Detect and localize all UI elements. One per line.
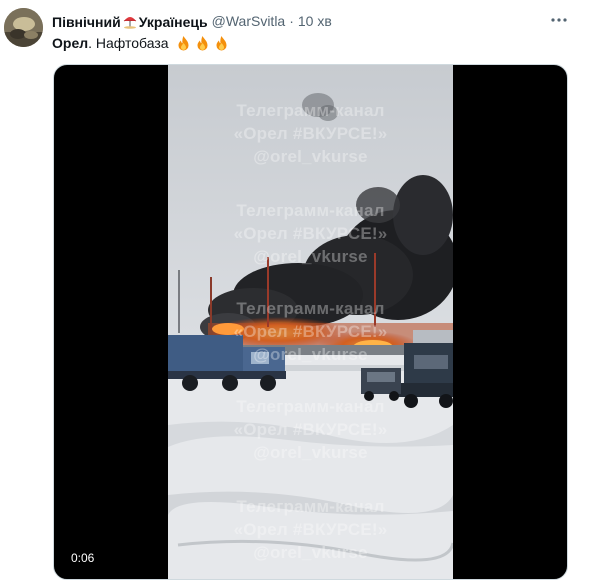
- watermark-line3: @orel_vkurse: [253, 443, 368, 462]
- watermark-line2: «Орел #ВКУРСЕ!»: [233, 420, 388, 439]
- fire-icon: [194, 35, 211, 52]
- watermark-block-2: Телеграмм-канал «Орел #ВКУРСЕ!» @orel_vk…: [168, 199, 453, 268]
- display-name-part2: Українець: [138, 13, 208, 30]
- tweet-timestamp[interactable]: 10 хв: [298, 13, 332, 29]
- watermark-line2: «Орел #ВКУРСЕ!»: [233, 124, 388, 143]
- tweet-text: Орел. Нафтобаза: [52, 33, 230, 53]
- umbrella-on-ground-icon: [122, 13, 138, 29]
- separator-dot: ·: [289, 13, 294, 29]
- watermark-block-3: Телеграмм-канал «Орел #ВКУРСЕ!» @orel_vk…: [168, 297, 453, 366]
- video-player[interactable]: Телеграмм-канал «Орел #ВКУРСЕ!» @orel_vk…: [53, 64, 568, 580]
- watermark-line1: Телеграмм-канал: [236, 101, 385, 120]
- watermark-line1: Телеграмм-канал: [236, 299, 385, 318]
- avatar-image: [4, 8, 43, 47]
- user-handle[interactable]: @WarSvitla: [212, 13, 286, 29]
- watermark-line3: @orel_vkurse: [253, 345, 368, 364]
- watermark-line2: «Орел #ВКУРСЕ!»: [233, 520, 388, 539]
- watermark-line1: Телеграмм-канал: [236, 497, 385, 516]
- watermark-line3: @orel_vkurse: [253, 247, 368, 266]
- fire-icon: [213, 35, 230, 52]
- display-name-part1: Північний: [52, 13, 121, 30]
- tweet-header: Північний Українець @WarSvitla · 10 хв: [52, 11, 332, 31]
- avatar[interactable]: [4, 8, 43, 47]
- watermark-line2: «Орел #ВКУРСЕ!»: [233, 224, 388, 243]
- watermark-block-5: Телеграмм-канал «Орел #ВКУРСЕ!» @orel_vk…: [168, 495, 453, 564]
- display-name[interactable]: Північний Українець: [52, 13, 208, 30]
- watermark-block-4: Телеграмм-канал «Орел #ВКУРСЕ!» @orel_vk…: [168, 395, 453, 464]
- video-frame[interactable]: Телеграмм-канал «Орел #ВКУРСЕ!» @orel_vk…: [168, 65, 453, 579]
- tweet-text-bold: Орел: [52, 35, 89, 51]
- fire-icon: [175, 35, 192, 52]
- tweet-text-rest: . Нафтобаза: [88, 35, 169, 51]
- tweet[interactable]: Північний Українець @WarSvitla · 10 хв О…: [0, 0, 595, 587]
- more-dots-icon: [551, 18, 567, 22]
- watermark-block-1: Телеграмм-канал «Орел #ВКУРСЕ!» @orel_vk…: [168, 99, 453, 168]
- more-options-button[interactable]: [548, 11, 570, 29]
- watermark-line1: Телеграмм-канал: [236, 397, 385, 416]
- watermark-line1: Телеграмм-канал: [236, 201, 385, 220]
- watermark-line2: «Орел #ВКУРСЕ!»: [233, 322, 388, 341]
- video-elapsed-time: 0:06: [71, 551, 95, 565]
- watermark-line3: @orel_vkurse: [253, 147, 368, 166]
- watermark-line3: @orel_vkurse: [253, 543, 368, 562]
